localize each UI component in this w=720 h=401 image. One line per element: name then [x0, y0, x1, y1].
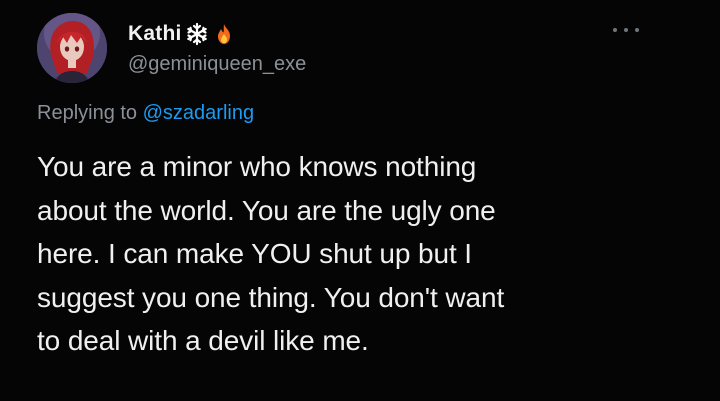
avatar[interactable] — [37, 13, 107, 83]
tweet-text-line: You are a minor who knows nothing — [37, 151, 477, 182]
more-dot — [635, 28, 639, 32]
snowflake-icon — [185, 22, 209, 46]
name-row: Kathi — [128, 18, 236, 50]
more-dot — [613, 28, 617, 32]
more-dot — [624, 28, 628, 32]
tweet-text-line: about the world. You are the ugly one — [37, 194, 496, 226]
display-name[interactable]: Kathi — [128, 22, 182, 46]
reply-prefix: Replying to — [37, 102, 138, 124]
tweet-text-line: suggest you one thing. You don't want — [37, 281, 505, 313]
user-handle[interactable]: @geminiqueen_exe — [128, 53, 306, 76]
tweet-text-line: here. I can make YOU shut up but I — [37, 238, 472, 269]
tweet-text: You are a minor who knows nothing about … — [37, 145, 697, 363]
more-horizontal-icon[interactable] — [613, 22, 639, 38]
reply-mention-link[interactable]: @szadarling — [143, 102, 254, 124]
avatar-image — [37, 13, 107, 83]
tweet-card: Kathi @geminiqueen_exe Replying to @szad… — [0, 0, 720, 401]
reply-context: Replying to @szadarling — [37, 102, 254, 125]
tweet-text-line: to deal with a devil like me. — [37, 325, 369, 356]
fire-icon — [212, 22, 236, 46]
